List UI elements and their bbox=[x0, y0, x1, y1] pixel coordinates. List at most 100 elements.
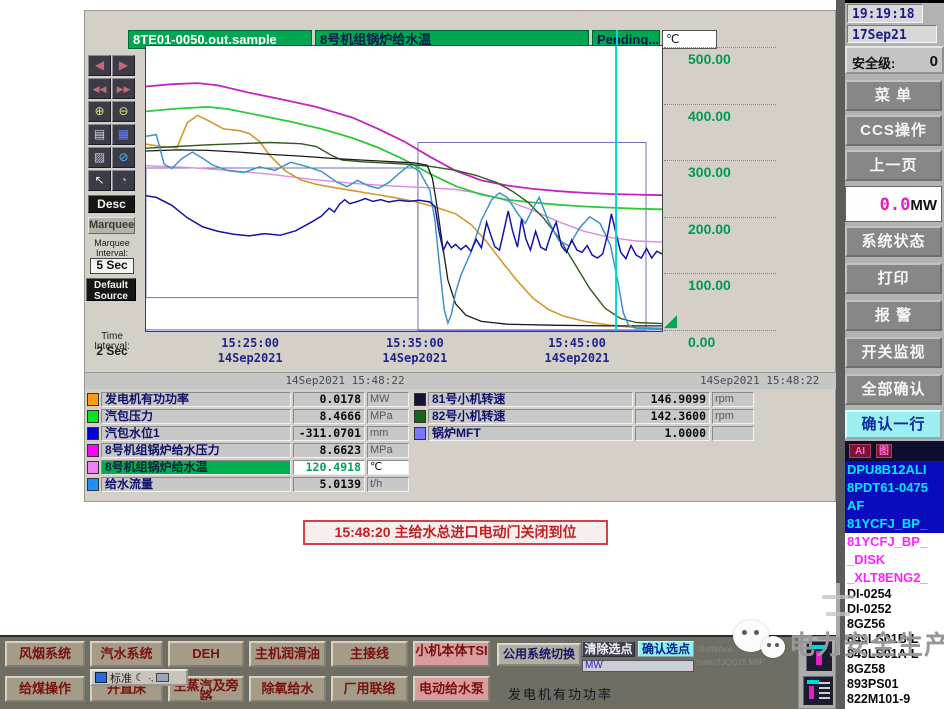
screen-nav-button[interactable]: 除氧给水 bbox=[249, 676, 326, 702]
point-value-cell: 0.0178 bbox=[293, 392, 365, 407]
wechat-icon-small bbox=[761, 636, 785, 658]
ime-punct-icon[interactable]: ·, bbox=[148, 673, 154, 683]
default-source-button[interactable]: Default Source bbox=[86, 278, 136, 302]
watermark-text: 电力安全生产 bbox=[789, 630, 944, 660]
zoom-in-button[interactable]: ⊕ bbox=[88, 101, 111, 122]
point-unit-cell: ℃ bbox=[367, 460, 409, 475]
screen-nav-button[interactable]: 电动给水泵 bbox=[413, 676, 490, 702]
point-color-swatch bbox=[87, 461, 99, 474]
point-name-cell[interactable]: 81号小机转速 bbox=[428, 392, 633, 407]
data-grid-button[interactable]: ▦ bbox=[112, 124, 135, 145]
disable-button[interactable]: ⊘ bbox=[112, 147, 135, 168]
zoom-out-button[interactable]: ⊖ bbox=[112, 101, 135, 122]
pointer-button[interactable]: ↖ bbox=[88, 170, 111, 191]
desc-button[interactable]: Desc bbox=[88, 195, 135, 213]
point-name-cell[interactable]: 汽包水位1 bbox=[101, 426, 291, 441]
trend-plot-area[interactable] bbox=[145, 45, 663, 332]
point-value-cell: 8.4666 bbox=[293, 409, 365, 424]
screen-nav-button[interactable]: 小机本体TSI bbox=[413, 641, 490, 667]
y-tick-label: 400.00 bbox=[688, 107, 731, 124]
point-name-cell[interactable]: 锅炉MFT bbox=[428, 426, 633, 441]
alarm-item[interactable]: 822M101-9 bbox=[845, 692, 944, 707]
ime-mode-icon[interactable] bbox=[95, 672, 107, 683]
alarm-item[interactable]: DPU8B12ALI bbox=[845, 461, 944, 479]
fast-forward-button[interactable]: ▶▶ bbox=[112, 78, 135, 99]
screen-nav-button[interactable]: 风烟系统 bbox=[5, 641, 85, 667]
alarm-tag-screen[interactable]: 图 bbox=[876, 444, 892, 458]
sidebar-func-button-3[interactable]: 报 警 bbox=[845, 300, 942, 331]
power-value: 0.0 bbox=[879, 195, 911, 215]
ime-toolbar[interactable]: 标准 ☾ ·, bbox=[90, 669, 188, 686]
alarm-item[interactable]: 8GZ58 bbox=[845, 662, 944, 677]
sidebar-button-1[interactable]: 菜 单 bbox=[845, 80, 942, 111]
confirm-line-button[interactable]: 确认一行 bbox=[845, 410, 942, 439]
y-gridline bbox=[664, 330, 776, 331]
point-color-swatch bbox=[87, 478, 99, 491]
screen-nav-button[interactable]: 厂用联络 bbox=[331, 676, 408, 702]
alarm-item[interactable]: 8PDT61-0475 bbox=[845, 479, 944, 497]
clock-icon: ◔ bbox=[119, 173, 128, 187]
sidebar-func-button-2[interactable]: 打印 bbox=[845, 263, 942, 294]
y-gridline bbox=[664, 273, 776, 275]
sidebar-button-2[interactable]: CCS操作 bbox=[845, 115, 942, 146]
alarm-item[interactable]: _DISK bbox=[845, 551, 944, 569]
alarm-tag-ai[interactable]: AI bbox=[849, 444, 871, 458]
point-name-cell[interactable]: 82号小机转速 bbox=[428, 409, 633, 424]
alarm-item[interactable]: AF bbox=[845, 497, 944, 515]
alarm-item[interactable]: 893PS01 bbox=[845, 677, 944, 692]
utility-switch-button[interactable]: 公用系统切换 bbox=[497, 643, 581, 666]
ime-standard-label[interactable]: 标准 bbox=[110, 670, 132, 686]
alarm-item[interactable]: DI-0252 bbox=[845, 602, 944, 617]
marquee-button[interactable]: Marquee bbox=[88, 217, 135, 234]
step-forward-button[interactable]: ▶ bbox=[112, 55, 135, 76]
list-app-icon[interactable] bbox=[803, 676, 833, 705]
point-name-cell[interactable]: 发电机有功功率 bbox=[101, 392, 291, 407]
sidebar-func-button-5[interactable]: 全部确认 bbox=[845, 374, 942, 405]
point-color-swatch bbox=[87, 410, 99, 423]
marquee-interval-label: Marquee Interval: bbox=[94, 238, 130, 258]
step-back-button[interactable]: ◀ bbox=[88, 55, 111, 76]
trend-line bbox=[145, 165, 663, 243]
point-color-swatch bbox=[87, 393, 99, 406]
alarm-item[interactable]: DI-0254 bbox=[845, 587, 944, 602]
trend-pick-button[interactable]: ▨ bbox=[88, 147, 111, 168]
clock-button[interactable]: ◔ bbox=[112, 170, 135, 191]
marquee-interval-value[interactable]: 5 Sec bbox=[90, 258, 134, 274]
zoom-in-icon: ⊕ bbox=[94, 104, 105, 118]
point-name-cell[interactable]: 8号机组锅炉给水压力 bbox=[101, 443, 291, 458]
ime-fullhalf-icon[interactable]: ☾ bbox=[135, 671, 145, 684]
sidebar-button-3[interactable]: 上一页 bbox=[845, 150, 942, 181]
clear-point-button[interactable]: 清除选点 bbox=[582, 641, 635, 657]
point-name-cell[interactable]: 8号机组锅炉给水温 bbox=[101, 460, 291, 475]
point-value-cell: 5.0139 bbox=[293, 477, 365, 492]
screen-nav-button[interactable]: 主机润滑油 bbox=[249, 641, 326, 667]
watermark-tower-arm2 bbox=[826, 612, 850, 616]
zoom-select-rect[interactable] bbox=[417, 142, 647, 332]
window-list-button[interactable]: ▤ bbox=[88, 124, 111, 145]
trend-line bbox=[145, 105, 663, 211]
y-gridline bbox=[664, 47, 776, 48]
alarm-item[interactable]: 81YCFJ_BP_ bbox=[845, 515, 944, 533]
screen-nav-button[interactable]: 主接线 bbox=[331, 641, 408, 667]
ime-keyboard-icon[interactable] bbox=[156, 673, 170, 682]
y-tick-label: 200.00 bbox=[688, 220, 731, 237]
screen-nav-button[interactable]: DEH bbox=[168, 641, 244, 667]
sidebar-func-button-1[interactable]: 系统状态 bbox=[845, 226, 942, 257]
screen-nav-button[interactable]: 给煤操作 bbox=[5, 676, 85, 702]
point-unit-input[interactable]: MW bbox=[582, 660, 694, 672]
alarm-item[interactable]: 81YCFJ_BP_ bbox=[845, 533, 944, 551]
step-forward-icon: ▶ bbox=[118, 58, 129, 72]
alarm-item[interactable]: _XLT8ENG2_ bbox=[845, 569, 944, 587]
sidebar-func-button-4[interactable]: 开关监视 bbox=[845, 337, 942, 368]
x-tick-time: 15:45:00 bbox=[548, 336, 606, 350]
fast-back-button[interactable]: ◀◀ bbox=[88, 78, 111, 99]
point-name-cell[interactable]: 汽包压力 bbox=[101, 409, 291, 424]
point-value-cell: -311.0701 bbox=[293, 426, 365, 441]
confirm-point-button[interactable]: 确认选点 bbox=[638, 641, 694, 657]
screen-nav-button[interactable]: 汽水系统 bbox=[90, 641, 163, 667]
trend-cursor-line[interactable] bbox=[616, 30, 618, 45]
x-tick-date: 14Sep2021 bbox=[217, 351, 283, 365]
point-name-cell[interactable]: 给水流量 bbox=[101, 477, 291, 492]
trend-plot-svg bbox=[145, 46, 663, 332]
step-back-icon: ◀ bbox=[94, 58, 105, 72]
